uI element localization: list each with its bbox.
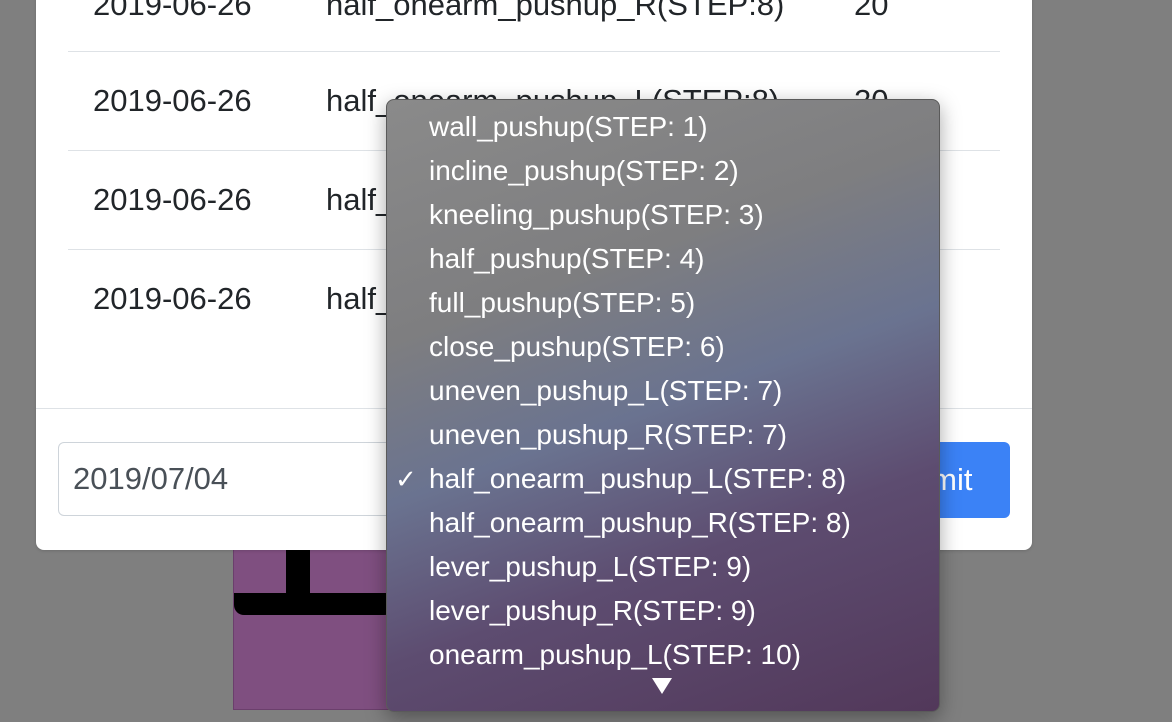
option-label: half_onearm_pushup_L(STEP: 8) (429, 463, 847, 494)
dropdown-option-selected[interactable]: ✓ half_onearm_pushup_L(STEP: 8) (387, 457, 939, 501)
dropdown-option[interactable]: half_pushup(STEP: 4) (387, 237, 939, 281)
exercise-cell: half_ (326, 281, 394, 316)
date-cell: 2019-06-26 (93, 281, 252, 316)
figure-shape (234, 593, 392, 615)
option-label: lever_pushup_R(STEP: 9) (429, 595, 756, 626)
dropdown-option[interactable]: uneven_pushup_R(STEP: 7) (387, 413, 939, 457)
dropdown-option[interactable]: full_pushup(STEP: 5) (387, 281, 939, 325)
option-label: kneeling_pushup(STEP: 3) (429, 199, 764, 230)
date-cell: 2019-06-26 (93, 83, 252, 118)
option-label: uneven_pushup_L(STEP: 7) (429, 375, 783, 406)
dropdown-option[interactable]: close_pushup(STEP: 6) (387, 325, 939, 369)
dropdown-option[interactable]: lever_pushup_L(STEP: 9) (387, 545, 939, 589)
date-cell: 2019-06-26 (93, 182, 252, 217)
background-image (233, 540, 393, 710)
option-label: lever_pushup_L(STEP: 9) (429, 551, 752, 582)
dropdown-option[interactable]: kneeling_pushup(STEP: 3) (387, 193, 939, 237)
option-label: wall_pushup(STEP: 1) (429, 111, 708, 142)
dropdown-option[interactable]: lever_pushup_R(STEP: 9) (387, 589, 939, 633)
reps-cell: 20 (854, 0, 889, 22)
exercise-cell: half_ (326, 182, 394, 217)
dropdown-option[interactable]: incline_pushup(STEP: 2) (387, 149, 939, 193)
dropdown-option[interactable]: half_onearm_pushup_R(STEP: 8) (387, 501, 939, 545)
option-label: half_onearm_pushup_R(STEP: 8) (429, 507, 851, 538)
dropdown-option[interactable]: wall_pushup(STEP: 1) (387, 105, 939, 149)
exercise-cell: half_onearm_pushup_R(STEP:8) (326, 0, 785, 22)
dropdown-option[interactable]: onearm_pushup_L(STEP: 10) (387, 633, 939, 677)
dropdown-option[interactable]: uneven_pushup_L(STEP: 7) (387, 369, 939, 413)
exercise-select-dropdown[interactable]: wall_pushup(STEP: 1) incline_pushup(STEP… (386, 99, 940, 712)
option-label: incline_pushup(STEP: 2) (429, 155, 739, 186)
option-label: uneven_pushup_R(STEP: 7) (429, 419, 787, 450)
date-cell: 2019-06-26 (93, 0, 252, 22)
checkmark-icon: ✓ (395, 464, 417, 494)
date-input[interactable]: 2019/07/04 (58, 442, 418, 516)
option-label: full_pushup(STEP: 5) (429, 287, 696, 318)
option-label: close_pushup(STEP: 6) (429, 331, 725, 362)
triangle-down-icon[interactable] (652, 678, 672, 694)
option-label: onearm_pushup_L(STEP: 10) (429, 639, 801, 670)
table-row: 2019-06-26 half_onearm_pushup_R(STEP:8) … (68, 0, 1000, 52)
option-label: half_pushup(STEP: 4) (429, 243, 705, 274)
